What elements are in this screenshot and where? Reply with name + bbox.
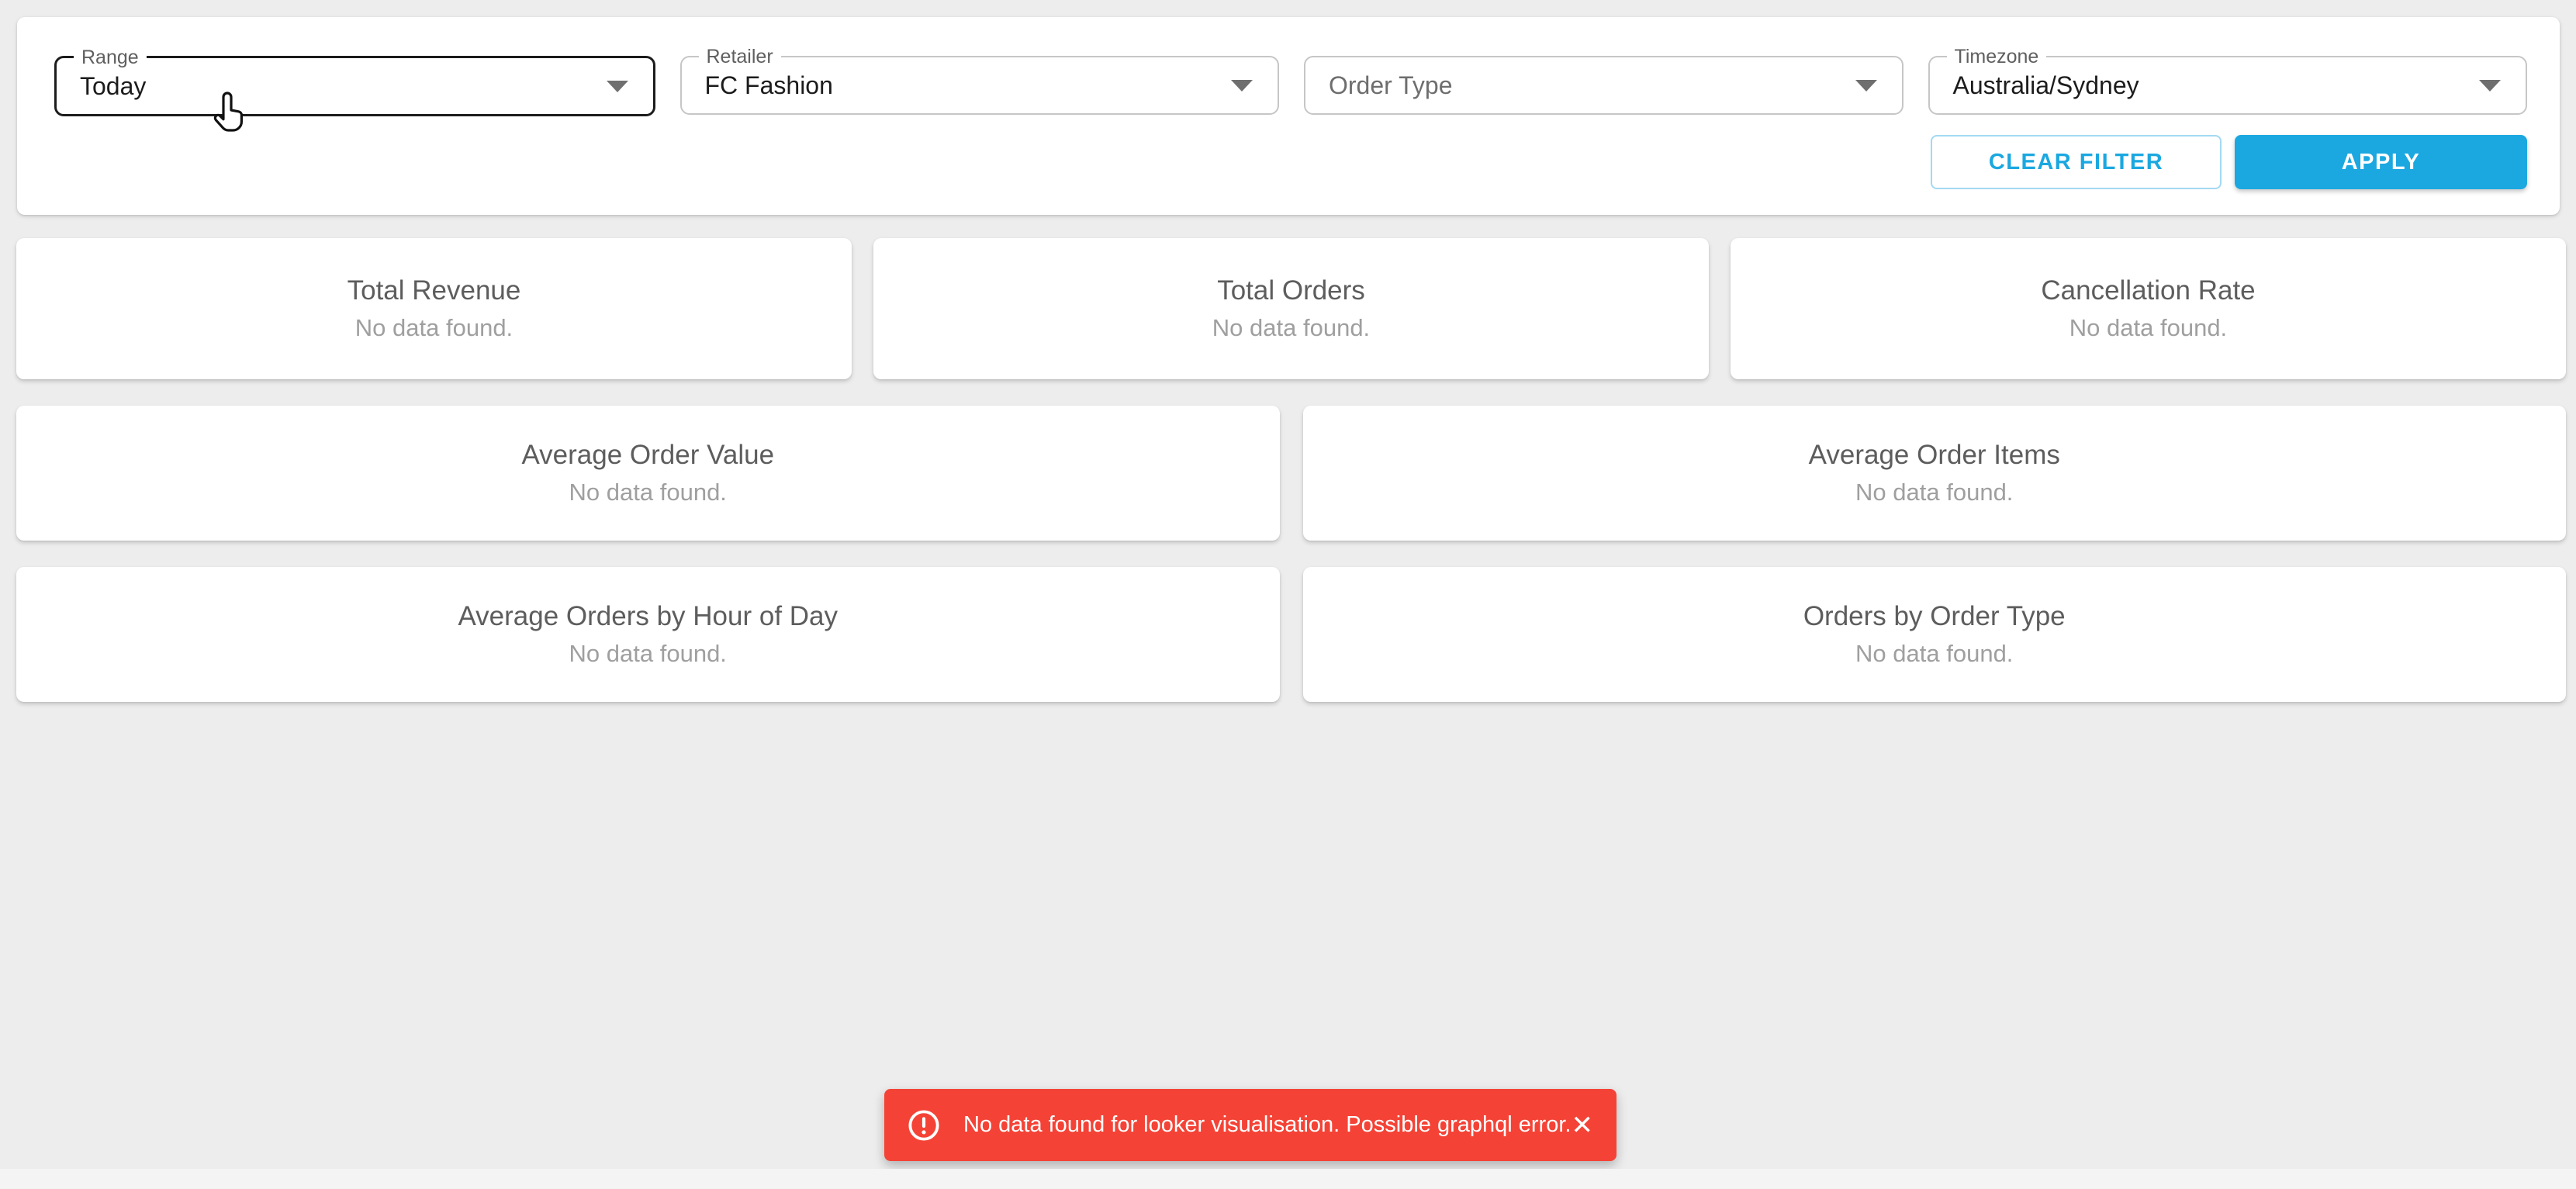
toast-message: No data found for looker visualisation. … [963,1112,1571,1138]
card-total-orders: Total Orders No data found. [873,238,1709,379]
metric-cards-row-2: Average Order Value No data found. Avera… [16,406,2566,541]
order-type-select[interactable]: Order Type [1304,56,1903,115]
card-average-order-items: Average Order Items No data found. [1303,406,2567,541]
timezone-select[interactable]: Timezone Australia/Sydney [1928,56,2528,115]
card-message: No data found. [569,479,727,506]
card-title: Total Revenue [348,275,521,306]
metric-cards-row-1: Total Revenue No data found. Total Order… [16,238,2566,379]
card-title: Average Order Items [1809,440,2060,471]
chevron-down-icon [1855,80,1877,92]
card-message: No data found. [355,314,513,342]
error-outline-icon [906,1108,942,1143]
card-title: Average Orders by Hour of Day [458,601,838,632]
close-icon[interactable]: ✕ [1571,1112,1593,1139]
card-title: Average Order Value [521,440,774,471]
order-type-select-placeholder: Order Type [1305,71,1452,100]
range-select[interactable]: Range Today [54,56,655,116]
retailer-select-value: FC Fashion [682,71,833,100]
card-title: Cancellation Rate [2041,275,2255,306]
bottom-strip [0,1169,2576,1189]
apply-button[interactable]: APPLY [2235,135,2527,189]
retailer-select[interactable]: Retailer FC Fashion [680,56,1280,115]
card-title: Orders by Order Type [1803,601,2066,632]
card-average-orders-by-hour: Average Orders by Hour of Day No data fo… [16,567,1280,702]
filter-actions: CLEAR FILTER APPLY [1931,135,2527,189]
chevron-down-icon [2479,80,2501,92]
card-message: No data found. [1855,479,2013,506]
card-message: No data found. [569,640,727,668]
filter-bar: Range Today Retailer FC Fashion Order Ty… [17,17,2560,215]
clear-filter-button[interactable]: CLEAR FILTER [1931,135,2222,189]
card-cancellation-rate: Cancellation Rate No data found. [1731,238,2566,379]
range-select-value: Today [57,72,146,101]
card-average-order-value: Average Order Value No data found. [16,406,1280,541]
timezone-select-label: Timezone [1947,45,2047,68]
card-total-revenue: Total Revenue No data found. [16,238,852,379]
card-message: No data found. [2069,314,2227,342]
range-select-label: Range [74,46,147,69]
filters-row: Range Today Retailer FC Fashion Order Ty… [54,56,2527,112]
error-toast: No data found for looker visualisation. … [884,1089,1616,1161]
chevron-down-icon [1231,80,1253,92]
chevron-down-icon [607,81,628,92]
hand-pointer-icon [209,91,247,136]
card-message: No data found. [1855,640,2013,668]
timezone-select-value: Australia/Sydney [1930,71,2139,100]
metric-cards-row-3: Average Orders by Hour of Day No data fo… [16,567,2566,702]
retailer-select-label: Retailer [699,45,781,68]
card-message: No data found. [1212,314,1370,342]
card-title: Total Orders [1217,275,1365,306]
dashboard-page: Range Today Retailer FC Fashion Order Ty… [0,0,2576,1189]
card-orders-by-order-type: Orders by Order Type No data found. [1303,567,2567,702]
